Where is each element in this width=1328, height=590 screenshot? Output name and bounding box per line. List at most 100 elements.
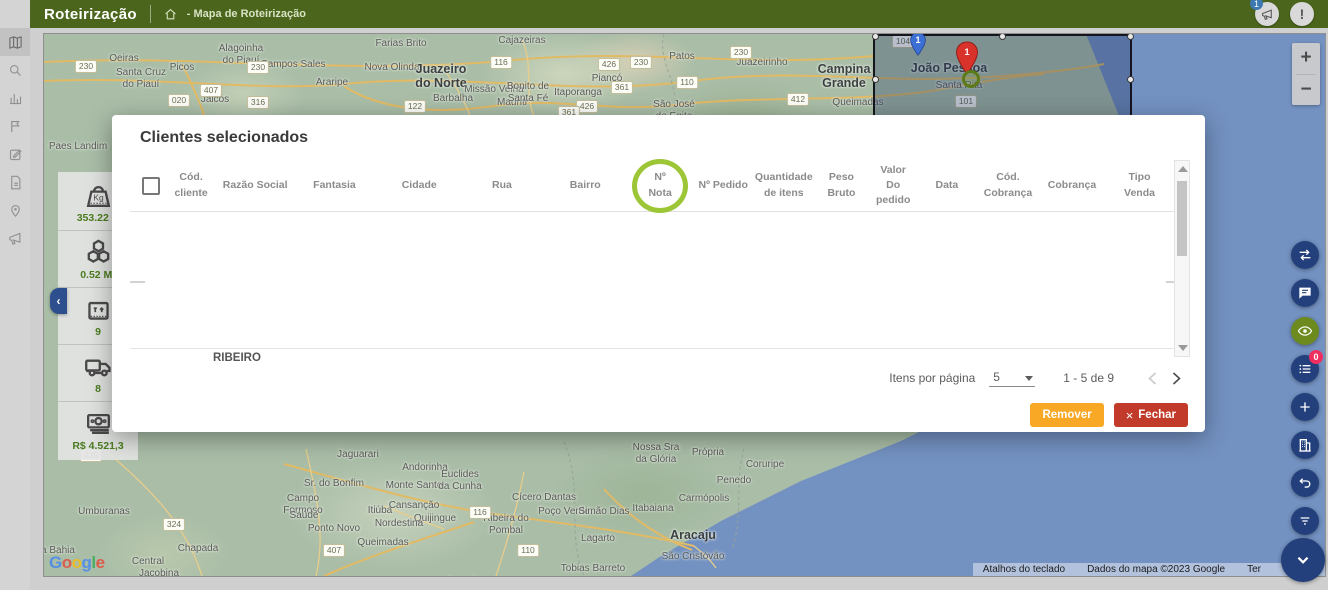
scroll-down-arrow[interactable]: [1178, 345, 1188, 351]
column-header-cód.-cobrança[interactable]: Cód. Cobrança: [976, 160, 1040, 211]
column-header-razão-social[interactable]: Razão Social: [219, 160, 291, 211]
marker-count: 1: [910, 35, 927, 45]
chat-icon: [1297, 285, 1313, 301]
column-header-label: Nº Pedido: [699, 178, 748, 193]
undo-icon: [1297, 475, 1313, 491]
search-icon: [8, 63, 23, 78]
modal-action-buttons: Remover × Fechar: [1030, 403, 1188, 427]
document-icon: [8, 175, 23, 190]
items-per-page-label: Itens por página: [889, 371, 975, 385]
app-title: Roteirização: [44, 6, 137, 23]
scrollbar-thumb[interactable]: [1177, 181, 1187, 256]
announcements-button[interactable]: 1: [1255, 2, 1279, 26]
column-header-cobrança[interactable]: Cobrança: [1040, 160, 1104, 211]
column-header-nº-pedido[interactable]: Nº Pedido: [693, 160, 753, 211]
sidebar-item-map[interactable]: [0, 28, 30, 56]
stat-value: R$ 4.521,3: [72, 440, 123, 452]
stat-value: 0.52 M³: [80, 269, 116, 281]
column-header-label: Fantasia: [313, 178, 356, 193]
google-letter: e: [96, 553, 105, 572]
modal-title: Clientes selecionados: [140, 129, 308, 147]
blue-pin-marker[interactable]: 1: [910, 33, 927, 56]
collapse-panel-button[interactable]: ‹: [50, 288, 67, 314]
page-size-select[interactable]: 5: [989, 370, 1035, 387]
fab-chevron-down[interactable]: [1281, 538, 1325, 582]
table-body: RIBEIRO: [130, 211, 1175, 364]
sidebar-item-flag[interactable]: [0, 112, 30, 140]
select-all-checkbox[interactable]: [142, 177, 160, 195]
selection-handle[interactable]: [1127, 33, 1134, 40]
column-header-rua[interactable]: Rua: [461, 160, 544, 211]
selection-handle[interactable]: [1127, 76, 1134, 83]
fab-route-swap[interactable]: [1291, 241, 1319, 269]
column-header-nº-nota[interactable]: Nº Nota: [627, 160, 693, 211]
remove-button[interactable]: Remover: [1030, 403, 1103, 427]
remove-button-label: Remover: [1042, 409, 1091, 421]
selection-handle[interactable]: [872, 33, 879, 40]
empty-cell-dash: [130, 281, 145, 283]
fab-undo[interactable]: [1291, 469, 1319, 497]
keyboard-shortcuts-link[interactable]: Atalhos do teclado: [983, 564, 1065, 575]
column-header-fantasia[interactable]: Fantasia: [291, 160, 378, 211]
column-header-label: Cobrança: [1048, 178, 1096, 193]
column-header-label: Peso Bruto: [827, 170, 855, 200]
column-header-cód.-cliente[interactable]: Cód. cliente: [163, 160, 219, 211]
scroll-up-arrow[interactable]: [1178, 166, 1188, 172]
close-button[interactable]: × Fechar: [1114, 403, 1188, 427]
column-header-label: Rua: [492, 178, 512, 193]
column-header-label: Cód. cliente: [174, 170, 207, 200]
sidebar-item-edit[interactable]: [0, 140, 30, 168]
column-header-label: Cód. Cobrança: [984, 170, 1032, 200]
pin-icon: [8, 203, 23, 218]
sidebar-item-document[interactable]: [0, 168, 30, 196]
fab-building[interactable]: [1291, 431, 1319, 459]
fab-list[interactable]: 0: [1291, 355, 1319, 383]
previous-page-button[interactable]: [1140, 366, 1164, 390]
column-header-data[interactable]: Data: [918, 160, 976, 211]
google-letter: o: [62, 553, 72, 572]
chevron-down-icon: [1292, 549, 1314, 571]
sidebar-item-pin[interactable]: [0, 196, 30, 224]
cluster-marker[interactable]: [962, 70, 980, 88]
alerts-button[interactable]: !: [1290, 2, 1314, 26]
plus-icon: [1297, 399, 1313, 415]
selection-handle[interactable]: [999, 33, 1006, 40]
breadcrumb: - Mapa de Roteirização: [187, 8, 306, 20]
column-header-tipo-venda[interactable]: Tipo Venda: [1104, 160, 1175, 211]
next-page-button[interactable]: [1164, 366, 1188, 390]
fab-plus[interactable]: [1291, 393, 1319, 421]
filter-icon: [1297, 513, 1313, 529]
fab-chat[interactable]: [1291, 279, 1319, 307]
google-letter: g: [82, 553, 92, 572]
column-header-cidade[interactable]: Cidade: [378, 160, 461, 211]
selected-clients-modal: Clientes selecionados Cód. cliente Razão …: [112, 115, 1205, 432]
column-header-peso-bruto[interactable]: Peso Bruto: [814, 160, 868, 211]
sidebar-item-megaphone[interactable]: [0, 224, 30, 252]
terms-link[interactable]: Ter: [1247, 564, 1261, 575]
table-scrollbar[interactable]: [1174, 160, 1190, 357]
list-icon: [1297, 361, 1313, 377]
column-header-bairro[interactable]: Bairro: [543, 160, 627, 211]
column-header-label: Razão Social: [223, 178, 288, 193]
chart-icon: [8, 91, 23, 106]
table-header-row: Cód. cliente Razão Social Fantasia Cidade Ru…: [130, 160, 1175, 212]
clipped-row-text: RIBEIRO: [213, 352, 261, 364]
flag-icon: [8, 119, 23, 134]
left-icon-rail: [0, 0, 30, 590]
fab-filter[interactable]: [1291, 507, 1319, 535]
fab-eye[interactable]: [1291, 317, 1319, 345]
pagination-range-label: 1 - 5 de 9: [1063, 371, 1114, 385]
zoom-out-button[interactable]: −: [1292, 75, 1320, 106]
stat-value: 8: [95, 383, 101, 395]
column-header-valor-do-pedido[interactable]: Valor Do pedido: [869, 160, 918, 211]
table-bottom-border: [130, 348, 1175, 349]
close-button-label: Fechar: [1138, 409, 1176, 421]
selection-handle[interactable]: [872, 76, 879, 83]
home-icon[interactable]: [164, 8, 177, 21]
zoom-in-button[interactable]: +: [1292, 43, 1320, 74]
column-header-quantidade-de-itens[interactable]: Quantidade de itens: [753, 160, 814, 211]
column-header-label: Cidade: [402, 178, 437, 193]
sidebar-item-search[interactable]: [0, 56, 30, 84]
map-attribution: Atalhos do tecladoDados do mapa ©2023 Go…: [973, 563, 1325, 576]
sidebar-item-chart[interactable]: [0, 84, 30, 112]
